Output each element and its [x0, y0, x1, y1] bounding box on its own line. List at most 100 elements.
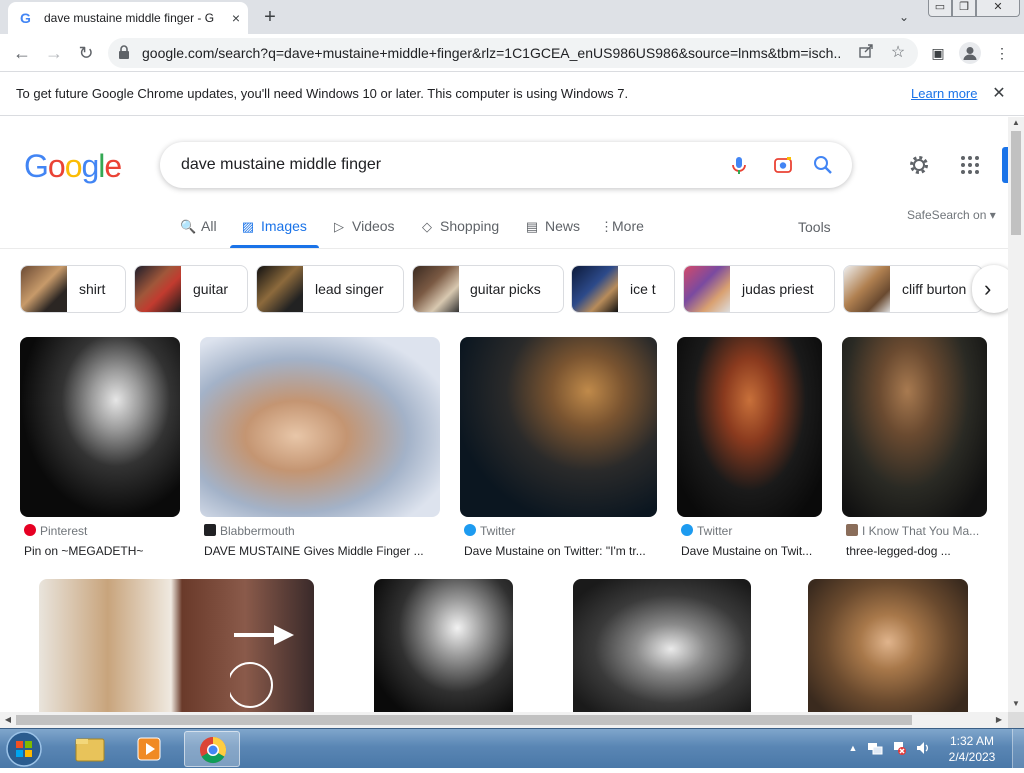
infobar-close-icon[interactable]: ✕: [990, 84, 1008, 104]
tools-button[interactable]: Tools: [798, 218, 831, 236]
settings-gear-icon[interactable]: [907, 153, 931, 177]
more-dots-icon: ⋮: [600, 219, 613, 234]
chip-guitar[interactable]: guitar: [134, 265, 248, 313]
lock-icon[interactable]: [118, 45, 132, 61]
chip-cliff-burton[interactable]: cliff burton: [843, 265, 983, 313]
result-title[interactable]: Pin on ~MEGADETH~: [24, 543, 180, 559]
search-query-text[interactable]: dave mustaine middle finger: [181, 156, 381, 174]
result-image[interactable]: [842, 337, 987, 517]
tab-shopping[interactable]: ◇ Shopping: [419, 217, 499, 237]
profile-avatar-icon[interactable]: [959, 42, 981, 64]
vertical-scrollbar[interactable]: ▲ ▼: [1008, 117, 1024, 712]
result-image[interactable]: [20, 337, 180, 517]
image-result[interactable]: [20, 579, 314, 712]
chip-shirt[interactable]: shirt: [20, 265, 126, 313]
result-image[interactable]: [573, 579, 751, 712]
back-icon[interactable]: ←: [10, 41, 34, 65]
network-icon[interactable]: [867, 740, 883, 756]
tab-news[interactable]: ▤ News: [524, 217, 580, 237]
horizontal-scroll-thumb[interactable]: [16, 715, 912, 725]
window-restore-button[interactable]: ❐: [952, 0, 976, 17]
google-results-page: Google dave mustaine middle finger 🔍 All …: [0, 117, 1008, 712]
chip-thumbnail: [572, 266, 618, 312]
tab-videos[interactable]: ▷ Videos: [331, 217, 395, 237]
learn-more-link[interactable]: Learn more: [911, 86, 977, 102]
tab-close-icon[interactable]: ×: [226, 8, 246, 28]
image-result[interactable]: Twitter Dave Mustaine on Twitter: "I'm t…: [460, 337, 657, 567]
site-favicon-icon: [846, 524, 858, 536]
search-icon: 🔍: [180, 219, 197, 234]
scrollbar-corner: [1008, 712, 1024, 728]
result-title[interactable]: Dave Mustaine on Twit...: [681, 543, 822, 559]
result-source[interactable]: Pinterest: [24, 523, 87, 539]
search-box[interactable]: dave mustaine middle finger: [160, 142, 852, 188]
google-logo[interactable]: Google: [24, 147, 122, 185]
result-image[interactable]: [374, 579, 513, 712]
google-apps-icon[interactable]: [958, 153, 982, 177]
twitter-icon: [464, 524, 476, 536]
result-image[interactable]: [460, 337, 657, 517]
tab-images[interactable]: ▨ Images: [240, 217, 307, 237]
chip-ice-t[interactable]: ice t: [571, 265, 675, 313]
image-result[interactable]: [573, 579, 751, 712]
volume-icon[interactable]: [915, 740, 931, 756]
reload-icon[interactable]: ↻: [74, 41, 98, 65]
result-title[interactable]: Dave Mustaine on Twitter: "I'm tr...: [464, 543, 657, 559]
show-desktop-button[interactable]: [1012, 729, 1024, 769]
chip-judas-priest[interactable]: judas priest: [683, 265, 835, 313]
windows-start-icon[interactable]: [4, 730, 44, 768]
window-close-button[interactable]: ✕: [976, 0, 1020, 17]
update-infobar: To get future Google Chrome updates, you…: [0, 72, 1024, 116]
new-tab-button[interactable]: +: [258, 5, 282, 29]
url-text[interactable]: google.com/search?q=dave+mustaine+middle…: [142, 45, 842, 61]
chip-lead-singer[interactable]: lead singer: [256, 265, 404, 313]
file-explorer-icon[interactable]: [62, 731, 118, 767]
result-title[interactable]: three-legged-dog ...: [846, 543, 987, 559]
windows-taskbar: ▲ 1:32 AM 2/4/2023: [0, 728, 1024, 769]
result-image[interactable]: [808, 579, 968, 712]
tab-more[interactable]: ⋮More: [600, 217, 644, 237]
safesearch-toggle[interactable]: SafeSearch on ▾: [907, 207, 996, 223]
result-image[interactable]: [677, 337, 822, 517]
media-player-icon[interactable]: [122, 731, 178, 767]
image-result[interactable]: Blabbermouth DAVE MUSTAINE Gives Middle …: [200, 337, 440, 567]
scroll-up-icon[interactable]: ▲: [1011, 118, 1021, 128]
window-minimize-button[interactable]: ▭: [928, 0, 952, 17]
result-source[interactable]: Blabbermouth: [204, 523, 295, 539]
show-hidden-icons-icon[interactable]: ▲: [845, 740, 861, 756]
taskbar-clock[interactable]: 1:32 AM 2/4/2023: [940, 733, 1004, 765]
image-result[interactable]: Pinterest Pin on ~MEGADETH~: [20, 337, 180, 567]
microphone-icon[interactable]: [728, 154, 750, 176]
scroll-down-icon[interactable]: ▼: [1011, 699, 1021, 709]
image-result[interactable]: Twitter Dave Mustaine on Twit...: [677, 337, 822, 567]
browser-tab[interactable]: G dave mustaine middle finger - Google S…: [8, 2, 248, 34]
forward-icon[interactable]: →: [42, 41, 66, 65]
chip-thumbnail: [257, 266, 303, 312]
horizontal-scrollbar[interactable]: ◀ ▶: [0, 712, 1008, 728]
image-result[interactable]: [808, 579, 968, 712]
action-center-icon[interactable]: [891, 740, 907, 756]
bookmark-star-icon[interactable]: ☆: [888, 43, 908, 63]
address-bar[interactable]: google.com/search?q=dave+mustaine+middle…: [108, 38, 918, 68]
search-icon[interactable]: [812, 154, 834, 176]
scroll-left-icon[interactable]: ◀: [3, 715, 13, 725]
tab-all[interactable]: 🔍 All: [180, 217, 217, 237]
scroll-right-icon[interactable]: ▶: [994, 715, 1004, 725]
result-source[interactable]: I Know That You Ma...: [846, 523, 979, 539]
chip-guitar-picks[interactable]: guitar picks: [412, 265, 564, 313]
result-source[interactable]: Twitter: [681, 523, 732, 539]
chrome-menu-icon[interactable]: ⋮: [992, 43, 1012, 63]
share-icon[interactable]: [856, 43, 876, 63]
tab-search-icon[interactable]: ⌄: [894, 8, 914, 26]
image-result[interactable]: I Know That You Ma... three-legged-dog .…: [842, 337, 987, 567]
chrome-taskbar-icon[interactable]: [184, 731, 240, 767]
google-lens-icon[interactable]: [772, 154, 794, 176]
result-image[interactable]: [200, 337, 440, 517]
result-title[interactable]: DAVE MUSTAINE Gives Middle Finger ...: [204, 543, 440, 559]
result-source[interactable]: Twitter: [464, 523, 515, 539]
browser-toolbar: ← → ↻ google.com/search?q=dave+mustaine+…: [0, 34, 1024, 72]
side-panel-icon[interactable]: ▣: [928, 43, 948, 63]
vertical-scroll-thumb[interactable]: [1011, 131, 1021, 235]
chips-next-icon[interactable]: ›: [972, 265, 1008, 313]
image-result[interactable]: [374, 579, 513, 712]
